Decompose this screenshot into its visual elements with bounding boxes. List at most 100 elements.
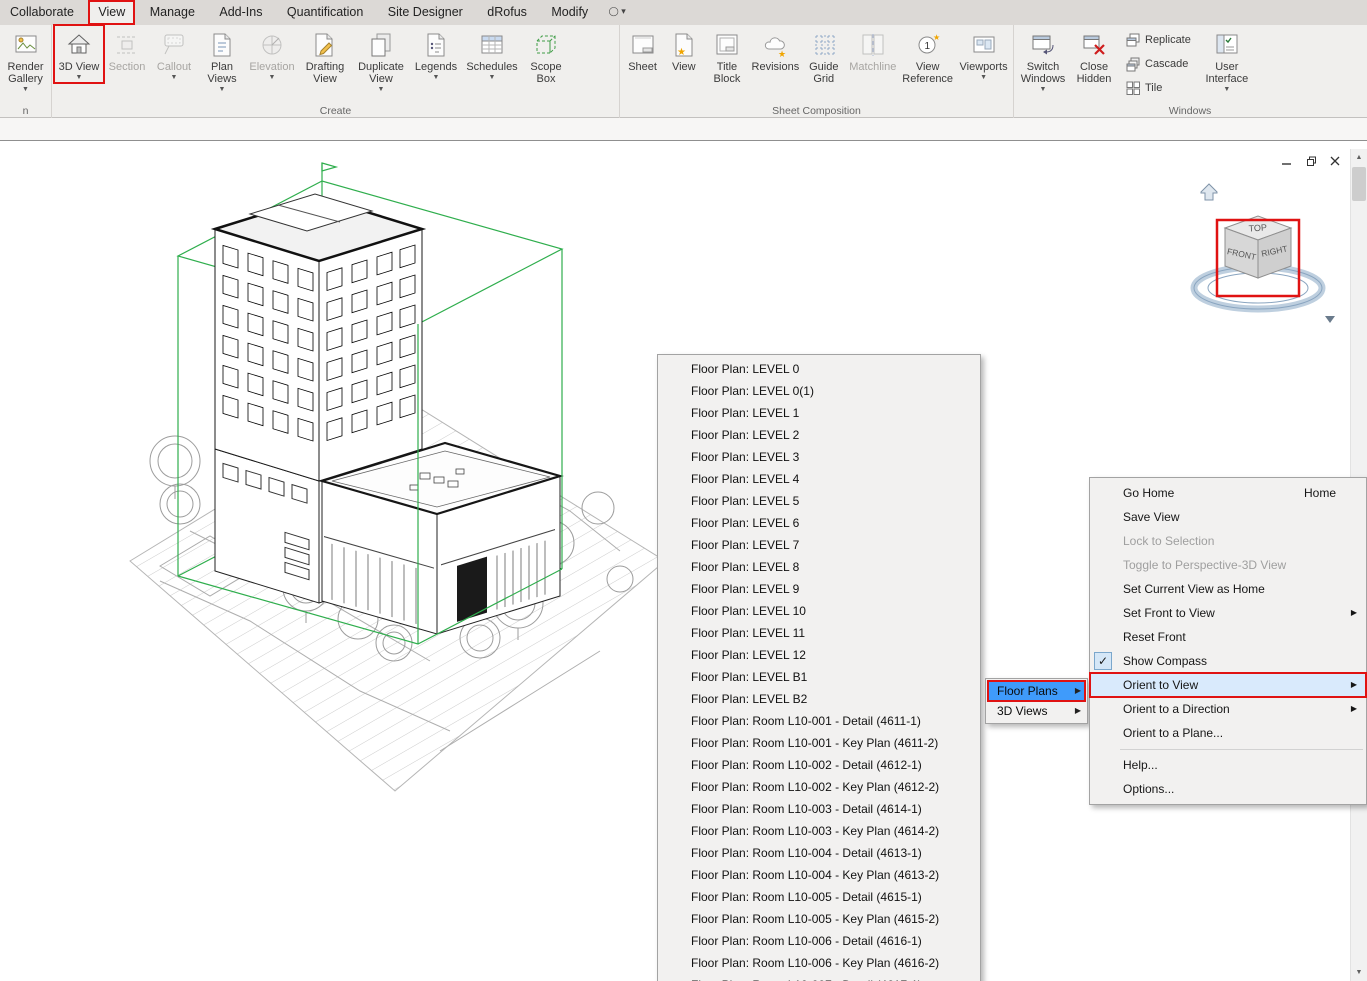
view-window-controls [1279,153,1343,169]
viewports-button[interactable]: Viewports ▼ [957,26,1010,82]
model-3d-view[interactable] [100,151,700,831]
svg-text:★: ★ [778,49,786,59]
view-button[interactable]: ★ View [664,26,703,74]
context-menu-item[interactable]: ✓ Orient to a Plane... ▶ [1090,721,1366,745]
sheet-button[interactable]: Sheet [623,26,662,74]
restore-view-icon[interactable] [1303,153,1319,169]
context-menu-item[interactable]: ✓ Reset Front ▶ [1090,625,1366,649]
context-menu-item[interactable]: ✓ Go Home Home ▶ [1090,481,1366,505]
viewports-icon [970,29,998,61]
floorplan-menu-item[interactable]: Floor Plan: Room L10-003 - Detail (4614-… [658,798,980,820]
switch-windows-button[interactable]: Switch Windows ▼ [1017,26,1069,94]
floorplan-menu-item[interactable]: Floor Plan: LEVEL 0(1) [658,380,980,402]
floorplan-menu-item[interactable]: Floor Plan: Room L10-007 - Detail (4617-… [658,974,980,981]
floorplan-menu-item[interactable]: Floor Plan: LEVEL 2 [658,424,980,446]
ribbon-tab[interactable]: Add-Ins [209,0,272,25]
floorplan-menu-item[interactable]: Floor Plan: LEVEL 4 [658,468,980,490]
floorplan-menu-item[interactable]: Floor Plan: Room L10-002 - Key Plan (461… [658,776,980,798]
section-button[interactable]: Section [105,26,149,74]
floorplan-menu-item[interactable]: Floor Plan: Room L10-006 - Key Plan (461… [658,952,980,974]
context-menu-item[interactable]: ✓ Save View ▶ [1090,505,1366,529]
context-menu-item[interactable]: ✓ Show Compass ▶ [1090,649,1366,673]
floorplan-menu-item[interactable]: Floor Plan: Room L10-004 - Key Plan (461… [658,864,980,886]
close-view-icon[interactable] [1327,153,1343,169]
panel-windows: Switch Windows ▼ Close Hidden Replicate [1014,25,1366,118]
context-menu-item[interactable]: ✓ ▶ [1090,745,1366,753]
matchline-button[interactable]: Matchline [847,26,898,74]
panel-label-windows: Windows [1014,104,1366,118]
floorplan-menu-item[interactable]: Floor Plan: LEVEL 1 [658,402,980,424]
render-gallery-icon [12,29,40,61]
submenu-item[interactable]: 3D Views▶ [988,701,1085,721]
ribbon-tab[interactable]: Quantification [277,0,373,25]
3d-view-button[interactable]: 3D View ▼ [55,26,103,82]
plan-views-button[interactable]: Plan Views ▼ [199,26,245,94]
render-gallery-button[interactable]: Render Gallery ▼ [3,26,48,94]
floorplan-menu-item[interactable]: Floor Plan: LEVEL 10 [658,600,980,622]
floorplan-menu-item[interactable]: Floor Plan: Room L10-003 - Key Plan (461… [658,820,980,842]
scroll-down-icon[interactable]: ▼ [1351,964,1367,981]
minimize-view-icon[interactable] [1279,153,1295,169]
context-menu-item[interactable]: ✓ Orient to a Direction ▶ [1090,697,1366,721]
title-block-button[interactable]: Title Block [705,26,748,86]
tile-button[interactable]: Tile [1121,76,1195,100]
floorplan-menu-item[interactable]: Floor Plan: LEVEL 6 [658,512,980,534]
floorplan-menu-item[interactable]: Floor Plan: Room L10-004 - Detail (4613-… [658,842,980,864]
revisions-button[interactable]: ★ Revisions [751,26,801,74]
floorplan-menu-item[interactable]: Floor Plan: LEVEL 12 [658,644,980,666]
view-reference-button[interactable]: 1★ View Reference [900,26,955,86]
floorplan-menu-item[interactable]: Floor Plan: Room L10-006 - Detail (4616-… [658,930,980,952]
floorplan-menu-item[interactable]: Floor Plan: Room L10-005 - Detail (4615-… [658,886,980,908]
context-menu-item[interactable]: ✓ Orient to View ▶ [1090,673,1366,697]
drafting-view-button[interactable]: Drafting View [299,26,351,86]
close-hidden-button[interactable]: Close Hidden [1071,26,1117,86]
panel-presentation: Render Gallery ▼ n [0,25,52,118]
drafting-view-icon [311,29,339,61]
elevation-button[interactable]: Elevation ▼ [247,26,297,82]
floorplan-menu-item[interactable]: Floor Plan: LEVEL 5 [658,490,980,512]
user-interface-button[interactable]: User Interface ▼ [1199,26,1255,94]
callout-button[interactable]: Callout ▼ [151,26,197,82]
floorplan-menu-item[interactable]: Floor Plan: Room L10-002 - Detail (4612-… [658,754,980,776]
ribbon-tab[interactable]: Site Designer [378,0,473,25]
callout-icon [160,29,188,61]
guide-grid-button[interactable]: Guide Grid [802,26,845,86]
context-menu-item[interactable]: ✓ Set Front to View ▶ [1090,601,1366,625]
schedules-button[interactable]: Schedules ▼ [463,26,521,82]
floorplan-menu-item[interactable]: Floor Plan: Room L10-005 - Key Plan (461… [658,908,980,930]
floorplan-menu-item[interactable]: Floor Plan: LEVEL 3 [658,446,980,468]
context-menu-item[interactable]: ✓ Toggle to Perspective-3D View ▶ [1090,553,1366,577]
drawing-area[interactable]: TOP FRONT RIGHT ▲ ▼ Floor Plan: LEVEL 0 … [0,141,1367,981]
replicate-button[interactable]: Replicate [1121,28,1195,52]
ribbon-tab[interactable]: Modify [541,0,598,25]
submenu-item[interactable]: Floor Plans▶ [988,681,1085,701]
context-menu-item[interactable]: ✓ Help... ▶ [1090,753,1366,777]
viewcube-face-top[interactable]: TOP [1248,222,1267,233]
scrollbar-thumb[interactable] [1352,167,1366,201]
3d-view-house-icon [65,29,93,61]
ribbon-tab[interactable]: Manage [140,0,205,25]
scope-box-button[interactable]: Scope Box [523,26,569,86]
cascade-button[interactable]: Cascade [1121,52,1195,76]
floorplan-menu-item[interactable]: Floor Plan: LEVEL 9 [658,578,980,600]
floorplan-menu-item[interactable]: Floor Plan: LEVEL 11 [658,622,980,644]
context-menu-item[interactable]: ✓ Options... ▶ [1090,777,1366,801]
ribbon-tab[interactable]: dRofus [477,0,537,25]
ribbon-tab[interactable]: View [88,0,135,25]
floorplan-menu-item[interactable]: Floor Plan: LEVEL B1 [658,666,980,688]
floorplan-menu-item[interactable]: Floor Plan: LEVEL 8 [658,556,980,578]
floorplan-menu-item[interactable]: Floor Plan: LEVEL 7 [658,534,980,556]
context-menu-item[interactable]: ✓ Set Current View as Home ▶ [1090,577,1366,601]
floorplan-menu-item[interactable]: Floor Plan: Room L10-001 - Key Plan (461… [658,732,980,754]
viewcube[interactable]: TOP FRONT RIGHT [1173,176,1353,346]
scroll-up-icon[interactable]: ▲ [1351,149,1367,166]
duplicate-view-button[interactable]: Duplicate View ▼ [353,26,409,94]
ribbon-tab[interactable]: Collaborate [0,0,84,25]
floorplan-menu-item[interactable]: Floor Plan: LEVEL 0 [658,358,980,380]
elevation-icon [258,29,286,61]
ribbon-display-toggle[interactable]: ◯ ▾ [609,6,626,17]
legends-button[interactable]: Legends ▼ [411,26,461,82]
floorplan-menu-item[interactable]: Floor Plan: LEVEL B2 [658,688,980,710]
floorplan-menu-item[interactable]: Floor Plan: Room L10-001 - Detail (4611-… [658,710,980,732]
context-menu-item[interactable]: ✓ Lock to Selection ▶ [1090,529,1366,553]
